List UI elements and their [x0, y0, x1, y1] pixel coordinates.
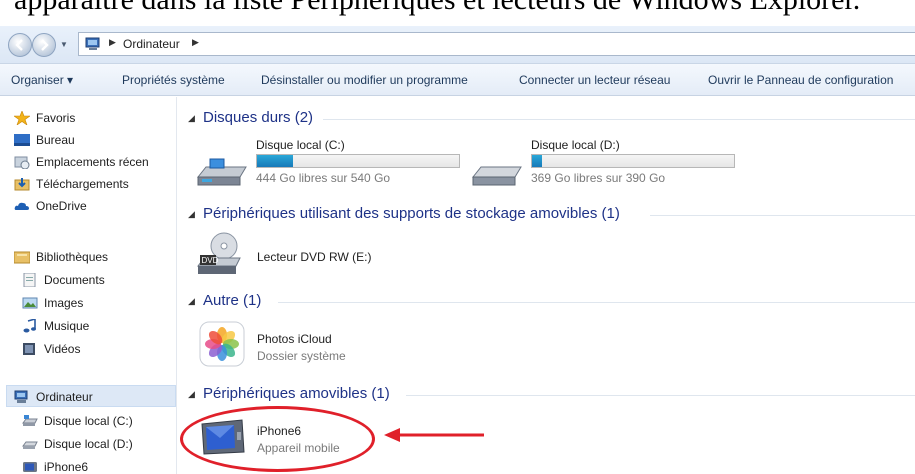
system-drive-icon	[22, 415, 38, 426]
music-icon	[23, 319, 36, 333]
nav-favoris-label: Favoris	[36, 111, 76, 125]
group-divider	[323, 119, 915, 120]
breadcrumb-chevron-icon[interactable]: ▶	[109, 37, 116, 48]
nav-videos-label: Vidéos	[44, 342, 81, 356]
group-divider	[650, 215, 915, 216]
nav-disque-d-label: Disque local (D:)	[44, 437, 133, 451]
red-arrow-icon	[384, 428, 484, 442]
photos-icloud-name[interactable]: Photos iCloud	[257, 332, 332, 346]
back-arrow-icon	[15, 39, 23, 51]
drive-icon[interactable]	[471, 157, 523, 187]
downloads-folder-icon	[14, 178, 30, 191]
back-button[interactable]	[8, 33, 32, 57]
group-title-peripheriques-amovibles: Périphériques amovibles (1)	[203, 385, 390, 402]
nav-telechargements-label: Téléchargements	[36, 177, 129, 191]
history-dropdown-icon[interactable]: ▼	[60, 40, 68, 49]
system-drive-icon[interactable]	[196, 157, 248, 187]
libraries-icon	[14, 251, 30, 264]
computer-icon	[14, 390, 28, 403]
drive-d-name: Disque local (D:)	[531, 138, 620, 152]
videos-icon	[23, 343, 35, 355]
computer-icon	[85, 37, 100, 50]
dvd-drive-name[interactable]: Lecteur DVD RW (E:)	[257, 250, 371, 264]
nav-documents-label: Documents	[44, 273, 105, 287]
collapse-triangle-icon[interactable]: ◢	[188, 113, 195, 124]
nav-disque-c-label: Disque local (C:)	[44, 414, 133, 428]
group-divider	[406, 395, 915, 396]
proprietes-systeme-button[interactable]: Propriétés système	[122, 73, 225, 87]
drive-c-usage-bar	[256, 154, 460, 168]
organiser-button[interactable]: Organiser ▾	[11, 73, 73, 87]
ouvrir-panneau-configuration-button[interactable]: Ouvrir le Panneau de configuration	[708, 73, 893, 87]
photos-icloud-icon[interactable]	[199, 321, 245, 367]
group-header-autre[interactable]: ◢ Autre (1)	[188, 291, 915, 311]
group-header-peripheriques-amovibles[interactable]: ◢ Périphériques amovibles (1)	[188, 384, 915, 404]
navigation-pane: Favoris Bureau Emplacements récen Téléch…	[0, 97, 177, 474]
nav-ordinateur-label: Ordinateur	[36, 390, 93, 404]
desinstaller-programme-button[interactable]: Désinstaller ou modifier un programme	[261, 73, 468, 87]
nav-musique-label: Musique	[44, 319, 90, 333]
drive-icon	[22, 441, 38, 449]
nav-iphone-label: iPhone6	[44, 460, 89, 474]
caption-text: apparaître dans la liste Périphériques e…	[14, 0, 860, 17]
images-icon	[22, 297, 38, 309]
dvd-badge-text: DVD	[202, 256, 219, 265]
drive-d-usage-fill	[532, 155, 543, 167]
group-divider	[278, 302, 915, 303]
group-title-disques-durs: Disques durs (2)	[203, 109, 314, 126]
photos-icloud-type: Dossier système	[257, 349, 346, 363]
collapse-triangle-icon[interactable]: ◢	[188, 209, 195, 220]
dvd-drive-icon[interactable]: DVD	[196, 230, 242, 276]
drive-c-name: Disque local (C:)	[256, 138, 345, 152]
command-bar: Organiser ▾ Propriétés système Désinstal…	[0, 64, 915, 96]
address-bar-area: ▼ ▶ Ordinateur ▶	[0, 26, 915, 64]
drive-d-usage-bar	[531, 154, 735, 168]
breadcrumb-chevron-icon[interactable]: ▶	[192, 37, 199, 48]
forward-button[interactable]	[32, 33, 56, 57]
drive-c-usage-fill	[257, 155, 294, 167]
nav-images-label: Images	[44, 296, 84, 310]
highlight-ellipse	[180, 406, 375, 472]
recent-places-icon	[14, 156, 30, 169]
collapse-triangle-icon[interactable]: ◢	[188, 296, 195, 307]
star-icon	[14, 111, 30, 125]
drive-c-free-space: 444 Go libres sur 540 Go	[256, 171, 391, 185]
address-field[interactable]: ▶ Ordinateur ▶	[78, 32, 915, 56]
collapse-triangle-icon[interactable]: ◢	[188, 389, 195, 400]
connecter-lecteur-reseau-button[interactable]: Connecter un lecteur réseau	[519, 73, 670, 87]
group-title-autre: Autre (1)	[203, 292, 262, 309]
drive-d-free-space: 369 Go libres sur 390 Go	[531, 171, 666, 185]
nav-emplacements-label: Emplacements récen	[36, 155, 149, 169]
group-header-disques-durs[interactable]: ◢ Disques durs (2)	[188, 108, 915, 128]
nav-onedrive-label: OneDrive	[36, 199, 87, 213]
documents-icon	[23, 273, 36, 287]
caption-strip: apparaître dans la liste Périphériques e…	[0, 0, 915, 26]
group-header-stockage-amovible[interactable]: ◢ Périphériques utilisant des supports d…	[188, 204, 915, 224]
group-title-stockage-amovible: Périphériques utilisant des supports de …	[203, 205, 620, 222]
nav-bibliotheques-label: Bibliothèques	[36, 250, 109, 264]
breadcrumb-ordinateur[interactable]: Ordinateur	[123, 37, 180, 51]
mobile-device-icon	[23, 462, 37, 472]
desktop-icon	[14, 134, 30, 146]
nav-bureau-label: Bureau	[36, 133, 75, 147]
cloud-icon	[14, 202, 29, 210]
forward-arrow-icon	[41, 39, 49, 51]
